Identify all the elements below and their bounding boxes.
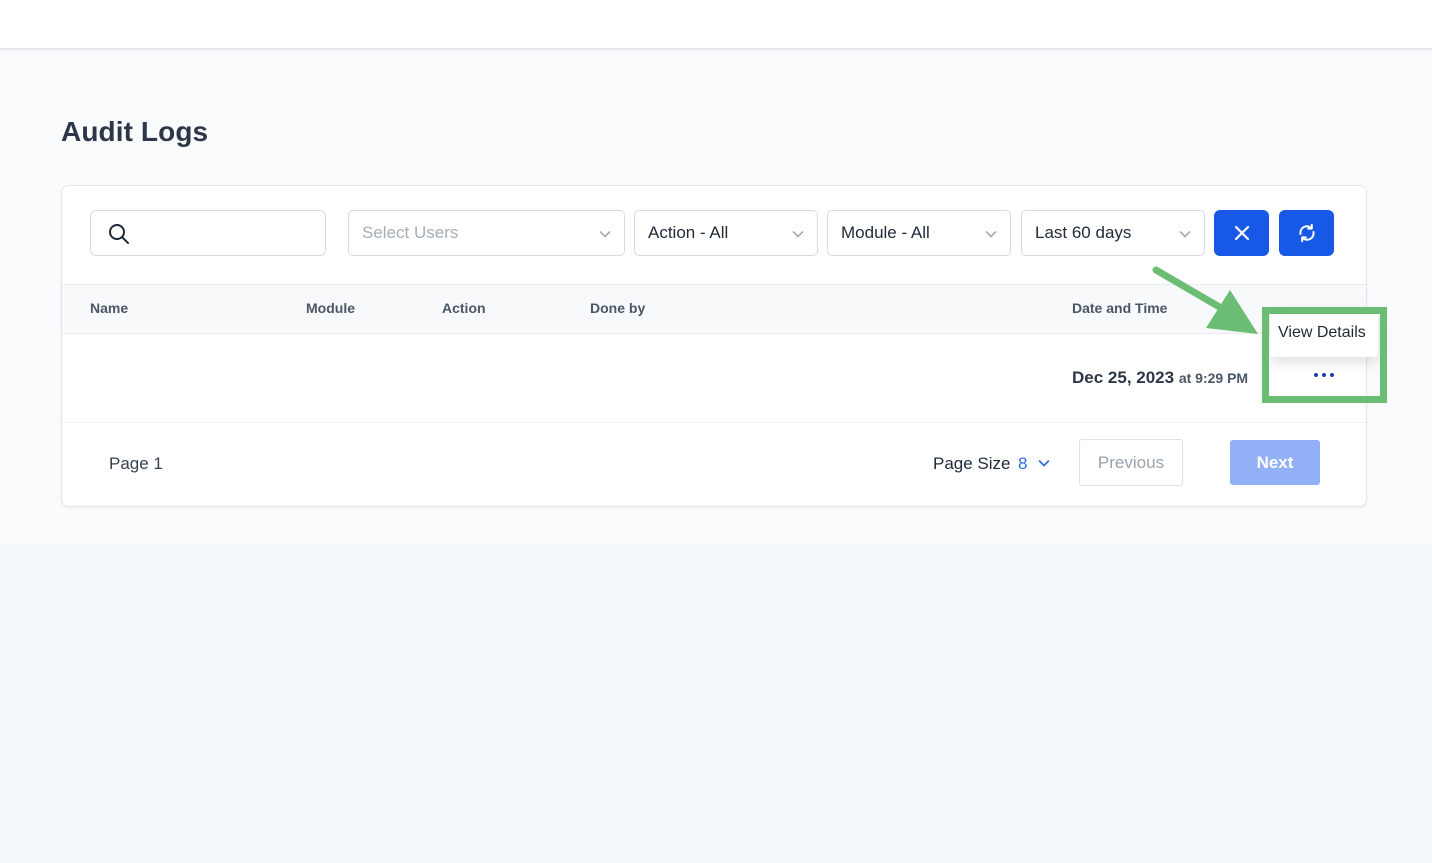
refresh-button[interactable] [1279,210,1334,256]
row-time: at 9:29 PM [1178,370,1249,386]
refresh-icon [1298,223,1315,243]
close-icon [1234,225,1249,241]
select-users-placeholder: Select Users [362,223,459,242]
chevron-down-icon [1179,230,1191,238]
action-filter-value: Action - All [648,223,729,242]
column-header-done-by: Done by [590,300,646,316]
column-header-name: Name [90,300,129,316]
chevron-down-icon [985,230,997,238]
more-horizontal-icon[interactable] [1314,369,1336,381]
date-range-value: Last 60 days [1035,223,1132,242]
arrow-icon [1152,266,1258,334]
select-users-dropdown[interactable]: Select Users [348,210,625,256]
view-details-menu-item[interactable]: View Details [1278,324,1366,342]
date-range-dropdown[interactable]: Last 60 days [1021,210,1205,256]
chevron-down-icon [599,230,611,238]
page-size-select[interactable]: 8 [1018,454,1027,474]
chevron-down-icon[interactable] [1037,456,1051,470]
column-header-action: Action [442,300,486,316]
page-size-label: Page Size [933,454,1011,473]
current-page-label: Page 1 [109,454,163,473]
module-filter-dropdown[interactable]: Module - All [827,210,1011,256]
previous-page-button[interactable]: Previous [1079,439,1183,486]
page-title: Audit Logs [61,116,209,147]
next-page-button[interactable]: Next [1230,440,1320,485]
search-box[interactable] [90,210,326,256]
search-icon [109,224,129,244]
clear-filters-button[interactable] [1214,210,1269,256]
column-header-module: Module [306,300,355,316]
row-date: Dec 25, 2023 [1072,368,1175,387]
top-navbar [0,0,1432,50]
row-date-time: Dec 25, 2023 at 9:29 PM [1072,368,1248,388]
audit-log-card: Select Users Action - All Module - All L… [61,185,1367,507]
chevron-down-icon [792,230,804,238]
search-input[interactable] [143,219,313,247]
module-filter-value: Module - All [841,223,930,242]
table-row: Dec 25, 2023 at 9:29 PM [62,334,1366,423]
row-actions-popover[interactable]: View Details [1270,311,1378,357]
action-filter-dropdown[interactable]: Action - All [634,210,818,256]
